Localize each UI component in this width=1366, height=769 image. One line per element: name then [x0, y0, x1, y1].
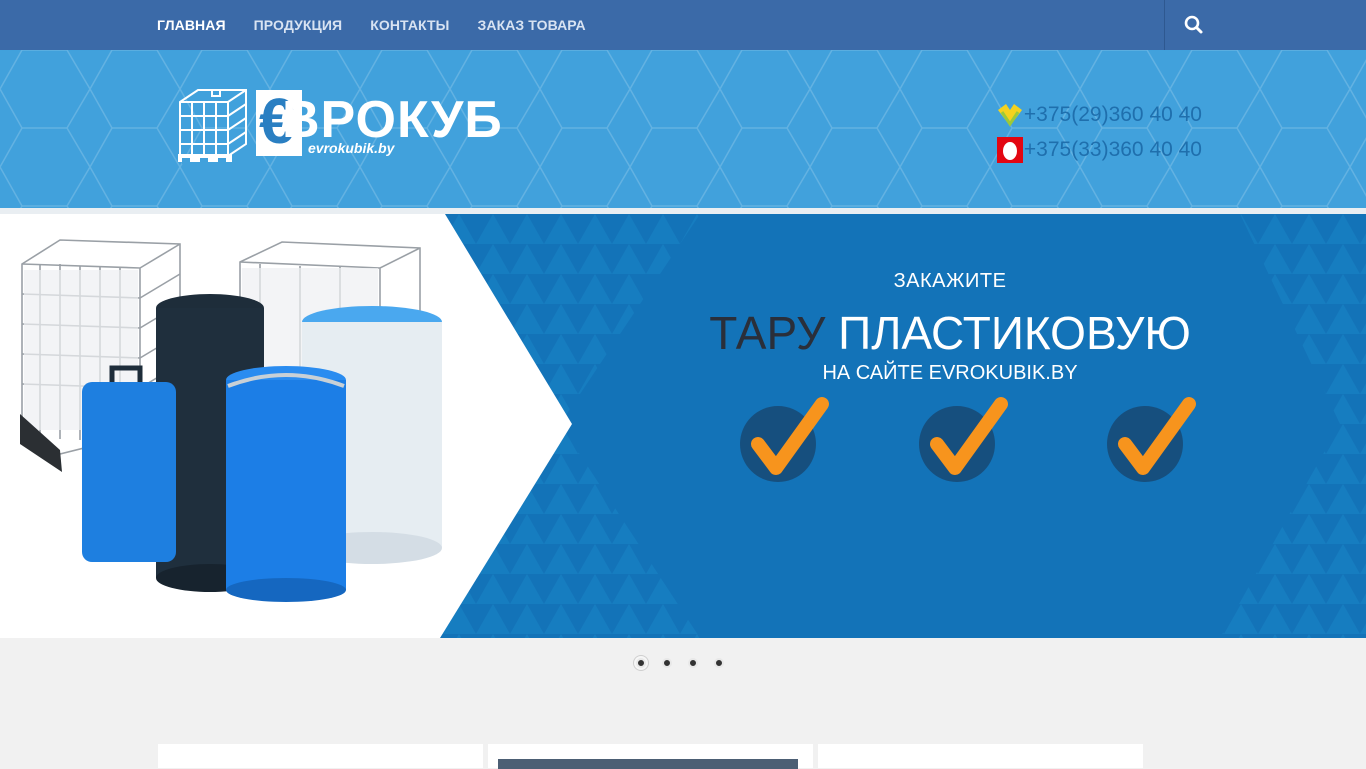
nav-item-products[interactable]: ПРОДУКЦИЯ: [254, 17, 343, 33]
checkmark-icon: [740, 397, 829, 482]
nav-item-order[interactable]: ЗАКАЗ ТОВАРА: [477, 17, 585, 33]
ibc-container-icon: [178, 89, 247, 164]
site-header: € ВРОКУБ evrokubik.by +375(29)360 40 40 …: [0, 50, 1366, 208]
phone-number[interactable]: +375(29)360 40 40: [1024, 103, 1202, 127]
phone-list: +375(29)360 40 40 +375(33)360 40 40: [982, 97, 1202, 167]
slider-dot-1[interactable]: [636, 658, 646, 668]
slider-dot-2[interactable]: [662, 658, 672, 668]
checkmarks-row: [740, 397, 1196, 482]
main-menu: ГЛАВНАЯ ПРОДУКЦИЯ КОНТАКТЫ ЗАКАЗ ТОВАРА: [157, 0, 614, 50]
checkmark-icon: [919, 397, 1008, 482]
mts-icon: [996, 136, 1023, 163]
search-icon[interactable]: [1182, 14, 1206, 36]
site-logo[interactable]: € ВРОКУБ evrokubik.by: [176, 88, 516, 168]
product-card[interactable]: [488, 744, 813, 769]
logo-domain: evrokubik.by: [308, 140, 395, 156]
slider-pagination: [636, 658, 740, 668]
slider-dot-4[interactable]: [714, 658, 724, 668]
product-card[interactable]: [818, 744, 1143, 768]
phone-number[interactable]: +375(33)360 40 40: [1024, 138, 1202, 162]
nav-item-home[interactable]: ГЛАВНАЯ: [157, 17, 226, 33]
velcom-icon: [997, 103, 1022, 127]
phone-velcom[interactable]: +375(29)360 40 40: [982, 97, 1202, 132]
top-navigation: ГЛАВНАЯ ПРОДУКЦИЯ КОНТАКТЫ ЗАКАЗ ТОВАРА: [0, 0, 1366, 50]
slider-dot-3[interactable]: [688, 658, 698, 668]
phone-mts[interactable]: +375(33)360 40 40: [982, 132, 1202, 167]
hero-slider[interactable]: ЗАКАЖИТЕ ТАРУ ПЛАСТИКОВУЮ НА САЙТЕ EVROK…: [0, 214, 1366, 638]
nav-item-contacts[interactable]: КОНТАКТЫ: [370, 17, 449, 33]
checkmark-icon: [1107, 397, 1196, 482]
nav-divider: [1164, 0, 1165, 50]
product-card[interactable]: [158, 744, 483, 768]
